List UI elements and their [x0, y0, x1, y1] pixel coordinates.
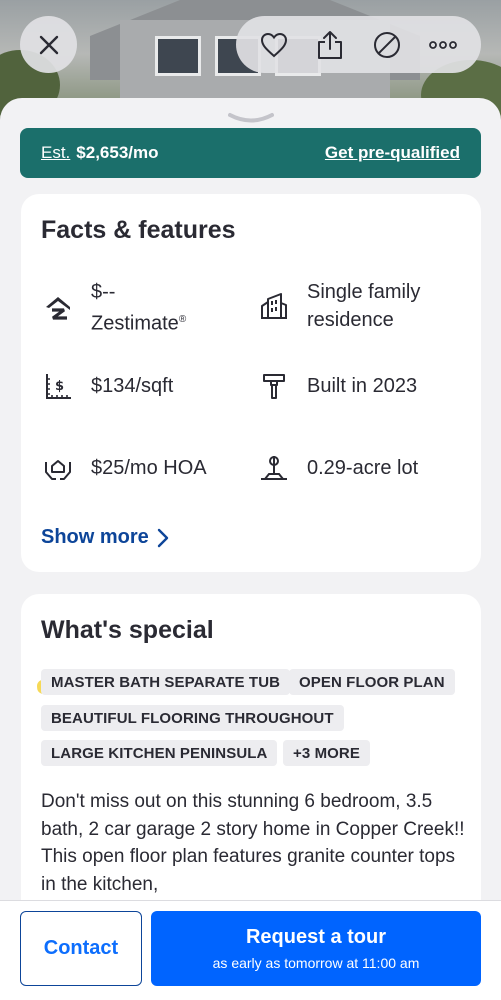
hoa-icon	[41, 451, 75, 485]
estimated-payment[interactable]: Est. $2,653/mo	[41, 143, 159, 163]
show-more-label: Show more	[41, 526, 149, 548]
request-tour-button[interactable]: Request a tour as early as tomorrow at 1…	[151, 911, 481, 986]
fact-price-per-sqft: $ $134/sqft	[41, 369, 173, 403]
heart-icon	[261, 32, 288, 57]
tag-chip[interactable]: BEAUTIFUL FLOORING THROUGHOUT	[41, 705, 344, 731]
price-per-sqft-value: $134/sqft	[91, 375, 174, 397]
show-more-button[interactable]: Show more	[41, 526, 169, 549]
share-icon	[318, 30, 343, 59]
bottom-action-bar: Contact Request a tour as early as tomor…	[0, 900, 501, 1000]
home-type-line2: residence	[307, 309, 394, 331]
hammer-icon	[257, 369, 291, 403]
share-button[interactable]	[310, 25, 350, 65]
hide-icon	[373, 31, 400, 58]
chevron-right-icon	[157, 528, 168, 547]
listing-description: Don't miss out on this stunning 6 bedroo…	[41, 791, 465, 895]
zestimate-icon	[41, 291, 75, 325]
year-built-value: Built in 2023	[307, 375, 418, 397]
contact-button[interactable]: Contact	[20, 911, 142, 986]
hoa-value: $25/mo HOA	[91, 457, 207, 479]
fact-hoa: $25/mo HOA	[41, 451, 207, 485]
registered-mark: ®	[178, 314, 187, 325]
tag-chip[interactable]: LARGE KITCHEN PENINSULA	[41, 740, 278, 766]
get-prequalified-link[interactable]: Get pre-qualified	[325, 143, 460, 163]
more-button[interactable]	[423, 25, 463, 65]
tag-chip[interactable]: MASTER BATH SEPARATE TUB	[41, 669, 291, 695]
estimated-payment-bar: Est. $2,653/mo Get pre-qualified	[20, 128, 481, 178]
hide-button[interactable]	[367, 25, 407, 65]
fact-year-built: Built in 2023	[257, 369, 417, 403]
whats-special-card: What's special MASTER BATH SEPARATE TUB …	[21, 594, 481, 924]
estimate-amount: $2,653/mo	[76, 143, 159, 162]
action-bar	[236, 16, 481, 73]
lot-icon	[257, 451, 291, 485]
zestimate-label: Zestimate	[91, 312, 179, 335]
facts-title: Facts & features	[41, 216, 236, 244]
special-title: What's special	[41, 616, 214, 644]
more-icon	[428, 40, 457, 49]
house-window	[155, 36, 201, 76]
fact-home-type: Single family residence	[257, 278, 420, 334]
close-button[interactable]	[20, 16, 77, 73]
sheet-handle-icon[interactable]	[228, 112, 274, 124]
more-tags-button[interactable]: +3 MORE	[283, 740, 370, 766]
save-button[interactable]	[254, 25, 294, 65]
home-type-line1: Single family	[307, 281, 421, 303]
zestimate-value: $--	[91, 281, 116, 303]
facts-card: Facts & features $-- Zestimate® Single f…	[21, 194, 481, 572]
request-tour-sublabel: as early as tomorrow at 11:00 am	[212, 955, 420, 971]
request-tour-label: Request a tour	[245, 926, 387, 948]
price-per-sqft-icon: $	[41, 369, 75, 403]
close-icon	[39, 35, 58, 54]
fact-lot-size: 0.29-acre lot	[257, 451, 418, 485]
estimate-label: Est.	[41, 143, 71, 162]
building-icon	[257, 289, 291, 323]
tag-chip[interactable]: OPEN FLOOR PLAN	[289, 669, 455, 695]
lot-size-value: 0.29-acre lot	[307, 457, 419, 479]
fact-zestimate: $-- Zestimate®	[41, 278, 186, 338]
svg-text:$: $	[55, 379, 64, 394]
